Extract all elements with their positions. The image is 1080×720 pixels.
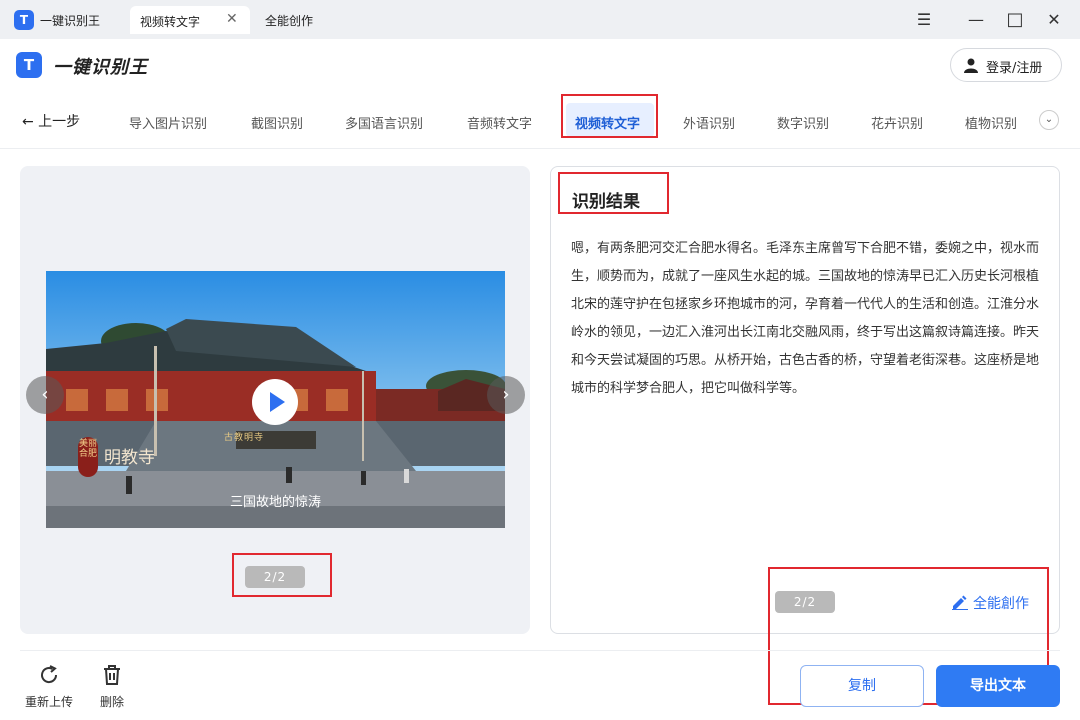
tool-nav: ← 上一步 导入图片识别 截图识别 多国语言识别 音频转文字 视频转文字 外语识…: [0, 91, 1080, 149]
video-subtitle: 三国故地的惊涛: [229, 495, 321, 510]
refresh-icon: [41, 665, 58, 684]
tab-label: 视频转文字: [140, 15, 201, 29]
next-arrow-icon[interactable]: ›: [487, 376, 525, 414]
video-thumbnail[interactable]: 美丽合肥 明教寺 古教明寺 三国故地的惊涛: [46, 271, 505, 528]
nav-item-import-image[interactable]: 导入图片识别: [129, 113, 207, 132]
play-icon: [270, 392, 285, 412]
maximize-icon[interactable]: □: [1003, 8, 1027, 32]
nav-item-digits[interactable]: 数字识别: [777, 113, 829, 132]
result-panel: 识别结果 嗯，有两条肥河交汇合肥水得名。毛泽东主席曾写下合肥不错，委婉之中，视水…: [550, 166, 1060, 634]
nav-item-multilingual[interactable]: 多国语言识别: [345, 113, 423, 132]
temple-plaque: 古教明寺: [224, 433, 265, 443]
nav-item-audio-to-text[interactable]: 音频转文字: [467, 113, 532, 132]
highlight-box-title: [558, 172, 669, 214]
title-bar: T 一键识别王 视频转文字 ✕ 全能创作 ☰ — □ ✕: [0, 0, 1080, 39]
nav-item-foreign-language[interactable]: 外语识别: [683, 113, 735, 132]
reupload-button[interactable]: 重新上传: [24, 663, 74, 710]
highlight-box-nav: [561, 94, 658, 138]
login-label: 登录/注册: [986, 61, 1043, 76]
nav-item-flowers[interactable]: 花卉识别: [871, 113, 923, 132]
export-text-button[interactable]: 导出文本: [936, 665, 1060, 707]
login-button[interactable]: 登录/注册: [950, 48, 1062, 82]
highlight-box-preview-page: [232, 553, 332, 597]
result-text[interactable]: 嗯，有两条肥河交汇合肥水得名。毛泽东主席曾写下合肥不错，委婉之中，视水而生，顺势…: [571, 235, 1041, 403]
delete-label: 删除: [99, 695, 124, 709]
seal-badge: 美丽合肥: [78, 437, 98, 477]
seal-text: 美丽合肥: [78, 439, 97, 459]
back-button[interactable]: ← 上一步: [22, 111, 80, 131]
menu-icon[interactable]: ☰: [912, 8, 936, 32]
delete-button[interactable]: 删除: [90, 663, 134, 710]
prev-arrow-icon[interactable]: ‹: [26, 376, 64, 414]
trash-icon: [104, 665, 120, 685]
play-button[interactable]: [252, 379, 298, 425]
tab-all-creation[interactable]: 全能创作: [265, 12, 313, 29]
sign-caption: 明教寺: [104, 448, 155, 468]
brand-title: 一键识别王: [53, 57, 148, 78]
copy-button[interactable]: 复制: [800, 665, 924, 707]
chevron-down-icon[interactable]: ⌄: [1039, 110, 1059, 130]
app-logo-icon: T: [14, 10, 34, 30]
brand-logo-icon: T: [16, 52, 42, 78]
nav-item-screenshot[interactable]: 截图识别: [251, 113, 303, 132]
user-icon: [964, 58, 978, 73]
reupload-label: 重新上传: [24, 695, 73, 709]
tab-close-icon[interactable]: ✕: [226, 11, 238, 27]
app-header: T 一键识别王 登录/注册: [0, 39, 1080, 91]
app-title: 一键识别王: [40, 14, 101, 28]
bottom-divider: [20, 650, 1060, 651]
minimize-icon[interactable]: —: [964, 8, 988, 32]
nav-item-plants[interactable]: 植物识别: [965, 113, 1017, 132]
tab-video-to-text[interactable]: 视频转文字 ✕: [130, 6, 250, 34]
close-window-icon[interactable]: ✕: [1042, 8, 1066, 32]
